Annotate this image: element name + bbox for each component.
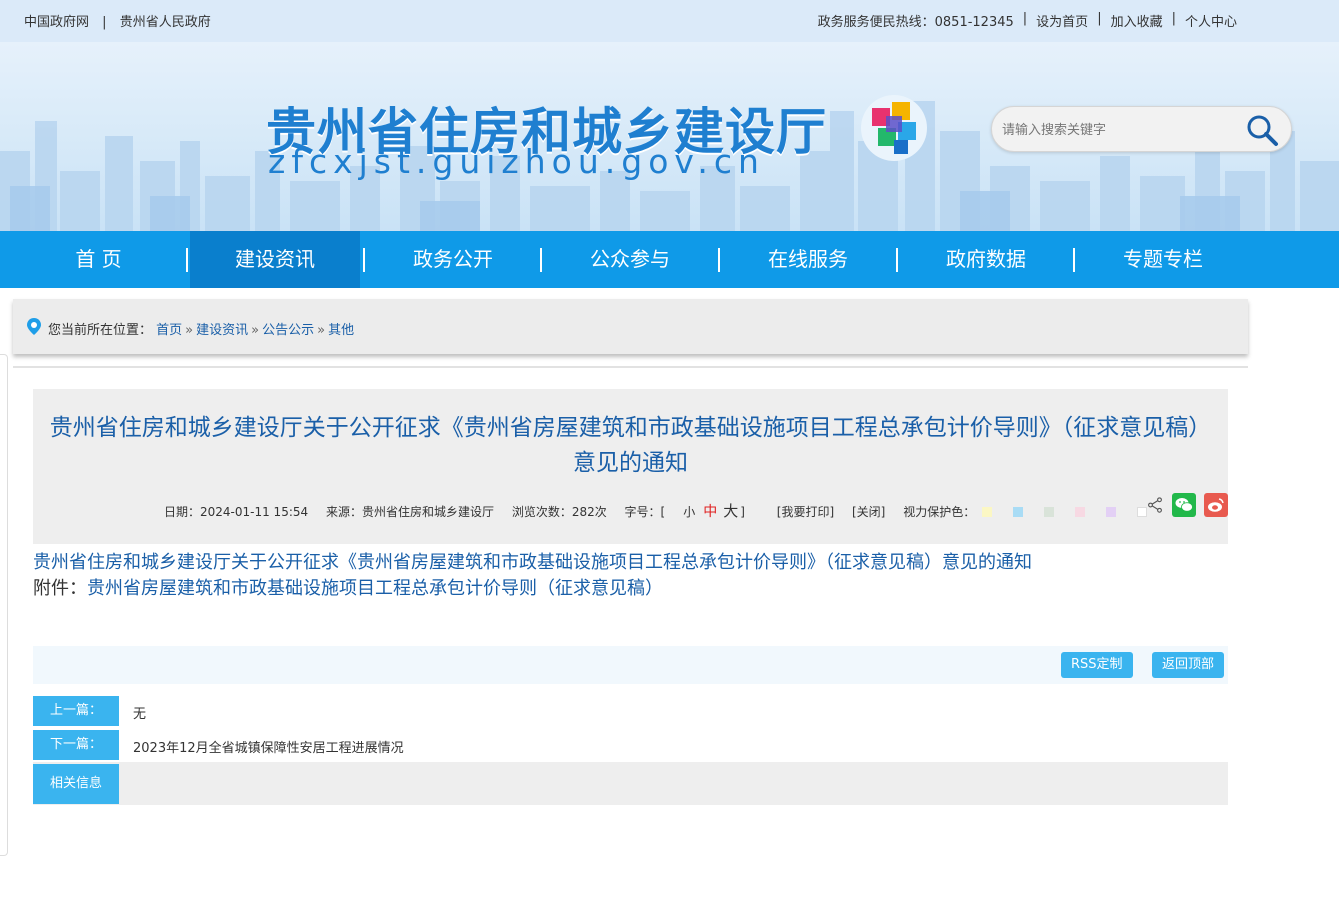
eye-color-swatch[interactable] [982, 507, 993, 517]
attachment-link[interactable]: 贵州省房屋建筑和市政基础设施项目工程总承包计价导则（征求意见稿） [87, 578, 663, 599]
font-small-button[interactable]: 小 [683, 505, 695, 519]
breadcrumb-prefix: 您当前所在位置： [48, 323, 153, 338]
breadcrumb-arrow: » [317, 323, 326, 338]
main-nav: 首 页 建设资讯 政务公开 公众参与 在线服务 政府数据 专题专栏 [0, 231, 1339, 288]
attachment-label: 附件： [33, 578, 87, 599]
article-title: 贵州省住房和城乡建设厅关于公开征求《贵州省房屋建筑和市政基础设施项目工程总承包计… [49, 415, 1212, 476]
user-center-link[interactable]: 个人中心 [1185, 11, 1237, 30]
close-button[interactable]: [关闭] [852, 505, 885, 519]
nav-item-gov-affairs[interactable]: 政务公开 [367, 231, 539, 288]
nav-item-online-service[interactable]: 在线服务 [722, 231, 894, 288]
prev-label: 上一篇： [33, 696, 119, 726]
separator: | [1022, 11, 1028, 26]
nav-item-construction-news[interactable]: 建设资讯 [190, 231, 360, 288]
next-article-row: 下一篇： 2023年12月全省城镇保障性安居工程进展情况 [33, 730, 1228, 760]
weibo-icon[interactable] [1204, 493, 1228, 517]
article-header: 贵州省住房和城乡建设厅关于公开征求《贵州省房屋建筑和市政基础设施项目工程总承包计… [33, 389, 1228, 544]
article-body: 贵州省住房和城乡建设厅关于公开征求《贵州省房屋建筑和市政基础设施项目工程总承包计… [33, 550, 1032, 602]
nav-item-public-participation[interactable]: 公众参与 [544, 231, 716, 288]
share-icon[interactable] [1146, 496, 1164, 514]
eye-color-swatch[interactable] [1013, 507, 1024, 517]
breadcrumb-arrow: » [185, 323, 194, 338]
top-bar: 中国政府网 | 贵州省人民政府 政务服务便民热线：0851-12345 | 设为… [0, 0, 1339, 42]
gov-link[interactable]: 中国政府网 [24, 15, 89, 30]
related-info-row: 相关信息 [33, 764, 1228, 804]
province-gov-link[interactable]: 贵州省人民政府 [120, 15, 211, 30]
prev-article-link[interactable]: 无 [133, 703, 146, 722]
article-body-link[interactable]: 贵州省住房和城乡建设厅关于公开征求《贵州省房屋建筑和市政基础设施项目工程总承包计… [33, 552, 1032, 573]
eye-color-swatch[interactable] [1106, 507, 1117, 517]
breadcrumb-arrow: » [251, 323, 260, 338]
breadcrumb-home[interactable]: 首页 [156, 323, 182, 338]
breadcrumb: 您当前所在位置： 首页» 建设资讯» 公告公示» 其他 [13, 299, 1248, 354]
separator: | [1171, 11, 1176, 26]
font-medium-button[interactable]: 中 [703, 504, 717, 520]
rss-button[interactable]: RSS定制 [1061, 652, 1133, 678]
article-date: 日期：2024-01-11 15:54 [164, 505, 309, 519]
prev-article-row: 上一篇： 无 [33, 696, 1228, 726]
article-meta: 日期：2024-01-11 15:54 来源：贵州省住房和城乡建设厅 浏览次数：… [164, 500, 1175, 521]
location-pin-icon [27, 318, 41, 335]
eye-color-swatch[interactable] [1075, 507, 1086, 517]
font-size-control: 字号：[ 小中大] [624, 502, 759, 520]
font-size-close: ] [740, 505, 745, 519]
breadcrumb-trail: 您当前所在位置： 首页» 建设资讯» 公告公示» 其他 [48, 319, 354, 338]
nav-divider [186, 248, 188, 272]
top-right-links: 政务服务便民热线：0851-12345 | 设为首页 | 加入收藏 | 个人中心 [818, 11, 1237, 30]
share-bar [1146, 493, 1228, 517]
logo-cube-icon [861, 95, 927, 161]
eye-color-swatch[interactable] [1044, 507, 1055, 517]
next-article-link[interactable]: 2023年12月全省城镇保障性安居工程进展情况 [133, 737, 404, 756]
print-button[interactable]: [我要打印] [777, 505, 834, 519]
breadcrumb-construction-news[interactable]: 建设资讯 [196, 323, 248, 338]
hotline-text: 政务服务便民热线：0851-12345 [817, 15, 1014, 30]
divider [13, 366, 1248, 368]
nav-divider [540, 248, 542, 272]
related-info-label: 相关信息 [33, 764, 119, 804]
search-box [991, 106, 1292, 152]
search-input[interactable] [1002, 119, 1232, 141]
article-tools: RSS定制 返回顶部 [33, 646, 1228, 684]
eye-protect-label: 视力保护色： [903, 505, 976, 519]
site-banner: 贵州省住房和城乡建设厅 zfcxjst.guizhou.gov.cn [0, 42, 1339, 231]
separator: | [1097, 11, 1102, 26]
separator: | [102, 15, 107, 30]
wechat-icon[interactable] [1172, 493, 1196, 517]
nav-divider [718, 248, 720, 272]
search-icon[interactable] [1245, 113, 1279, 147]
eye-protect-swatches [975, 505, 1161, 519]
back-to-top-button[interactable]: 返回顶部 [1152, 652, 1225, 678]
nav-item-home[interactable]: 首 页 [10, 231, 187, 288]
nav-item-special-topics[interactable]: 专题专栏 [1077, 231, 1249, 288]
set-home-link[interactable]: 设为首页 [1036, 11, 1088, 30]
next-label: 下一篇： [33, 730, 119, 760]
side-panel-edge [0, 354, 8, 856]
nav-divider [896, 248, 898, 272]
nav-item-gov-data[interactable]: 政府数据 [900, 231, 1072, 288]
font-size-label: 字号：[ [624, 505, 666, 519]
nav-divider [363, 248, 365, 272]
site-url: zfcxjst.guizhou.gov.cn [268, 142, 765, 181]
breadcrumb-other[interactable]: 其他 [328, 323, 354, 338]
article-source: 来源：贵州省住房和城乡建设厅 [325, 505, 494, 519]
top-left-links: 中国政府网 | 贵州省人民政府 [24, 11, 211, 30]
add-favorite-link[interactable]: 加入收藏 [1111, 11, 1163, 30]
nav-divider [1073, 248, 1075, 272]
breadcrumb-announcements[interactable]: 公告公示 [262, 323, 314, 338]
article-views: 浏览次数：282次 [511, 505, 607, 519]
font-large-button[interactable]: 大 [723, 502, 738, 520]
